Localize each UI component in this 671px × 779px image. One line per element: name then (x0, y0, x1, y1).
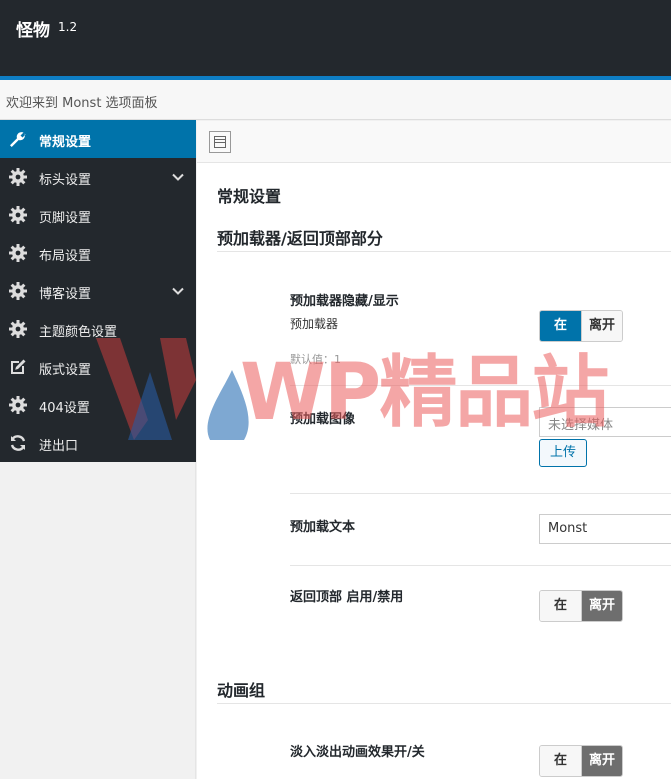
sidebar-item-layout[interactable]: 布局设置 (0, 234, 196, 272)
refresh-icon (10, 435, 26, 451)
divider (217, 703, 671, 704)
sidebar-item-label: 版式设置 (39, 363, 92, 378)
fade-toggle-label: 淡入淡出动画效果开/关 (290, 745, 425, 760)
admin-topbar: 怪物 1.2 (0, 0, 671, 76)
switch-off-option[interactable]: 离开 (581, 591, 622, 621)
gear-icon (9, 206, 27, 224)
switch-on-option[interactable]: 在 (540, 591, 581, 621)
fade-switch[interactable]: 在 离开 (539, 745, 623, 777)
gear-icon (9, 168, 27, 186)
back-to-top-label: 返回顶部 启用/禁用 (290, 590, 404, 605)
welcome-text: 欢迎来到 Monst 选项面板 (6, 96, 158, 111)
panel-title: 怪物 (16, 21, 50, 41)
preloader-image-label: 预加载图像 (290, 412, 356, 427)
chevron-down-icon[interactable] (171, 284, 185, 298)
chevron-down-icon[interactable] (171, 170, 185, 184)
back-to-top-switch[interactable]: 在 离开 (539, 590, 623, 622)
gear-icon (9, 282, 27, 300)
sidebar-item-import-export[interactable]: 进出口 (0, 424, 196, 462)
preloader-section-title: 预加载器/返回顶部部分 (217, 229, 383, 248)
expand-toggle-button[interactable] (209, 131, 231, 153)
sidebar-item-label: 常规设置 (39, 135, 92, 150)
sidebar-item-label: 布局设置 (39, 249, 92, 264)
options-sidebar: 常规设置 标头设置 页脚设置 布局设置 博客设置 主题颜色设置 版式设置 404… (0, 120, 196, 462)
sidebar-item-theme-colors[interactable]: 主题颜色设置 (0, 310, 196, 348)
sidebar-item-label: 标头设置 (39, 173, 92, 188)
switch-on-option[interactable]: 在 (540, 311, 581, 341)
divider (290, 385, 671, 386)
section-title: 常规设置 (217, 187, 282, 206)
sidebar-item-label: 进出口 (39, 439, 79, 454)
preloader-image-input[interactable]: 未选择媒体 (539, 407, 671, 437)
preloader-toggle-sub: 预加载器 (290, 317, 339, 331)
sidebar-item-label: 主题颜色设置 (39, 325, 118, 340)
gear-icon (9, 244, 27, 262)
sidebar-item-blog[interactable]: 博客设置 (0, 272, 196, 310)
sidebar-empty-area (0, 462, 196, 779)
welcome-bar: 欢迎来到 Monst 选项面板 (0, 80, 671, 120)
sidebar-item-general[interactable]: 常规设置 (0, 120, 196, 158)
sidebar-item-header[interactable]: 标头设置 (0, 158, 196, 196)
preloader-switch[interactable]: 在 离开 (539, 310, 623, 342)
sidebar-item-label: 404设置 (39, 401, 90, 416)
divider (290, 565, 671, 566)
content-toolbar (197, 121, 671, 163)
divider (290, 493, 671, 494)
sidebar-item-label: 页脚设置 (39, 211, 92, 226)
wrench-icon (10, 132, 26, 147)
sidebar-item-label: 博客设置 (39, 287, 92, 302)
divider (217, 251, 671, 252)
options-content: 常规设置 预加载器/返回顶部部分 预加载器隐藏/显示 预加载器 默认值：1 在 … (197, 121, 671, 779)
upload-button[interactable]: 上传 (539, 439, 587, 467)
gear-icon (9, 396, 27, 414)
panel-version: 1.2 (58, 20, 78, 34)
sidebar-item-404[interactable]: 404设置 (0, 386, 196, 424)
preloader-text-label: 预加载文本 (290, 520, 356, 535)
switch-off-option[interactable]: 离开 (581, 311, 622, 341)
preloader-toggle-label: 预加载器隐藏/显示 (290, 294, 399, 309)
expand-icon (214, 136, 226, 148)
edit-icon (11, 359, 26, 374)
gear-icon (9, 320, 27, 338)
sidebar-item-footer[interactable]: 页脚设置 (0, 196, 196, 234)
switch-off-option[interactable]: 离开 (581, 746, 622, 776)
preloader-toggle-default: 默认值：1 (290, 353, 341, 366)
switch-on-option[interactable]: 在 (540, 746, 581, 776)
sidebar-item-typography[interactable]: 版式设置 (0, 348, 196, 386)
animation-section-title: 动画组 (217, 681, 266, 700)
preloader-text-input[interactable]: Monst (539, 514, 671, 544)
